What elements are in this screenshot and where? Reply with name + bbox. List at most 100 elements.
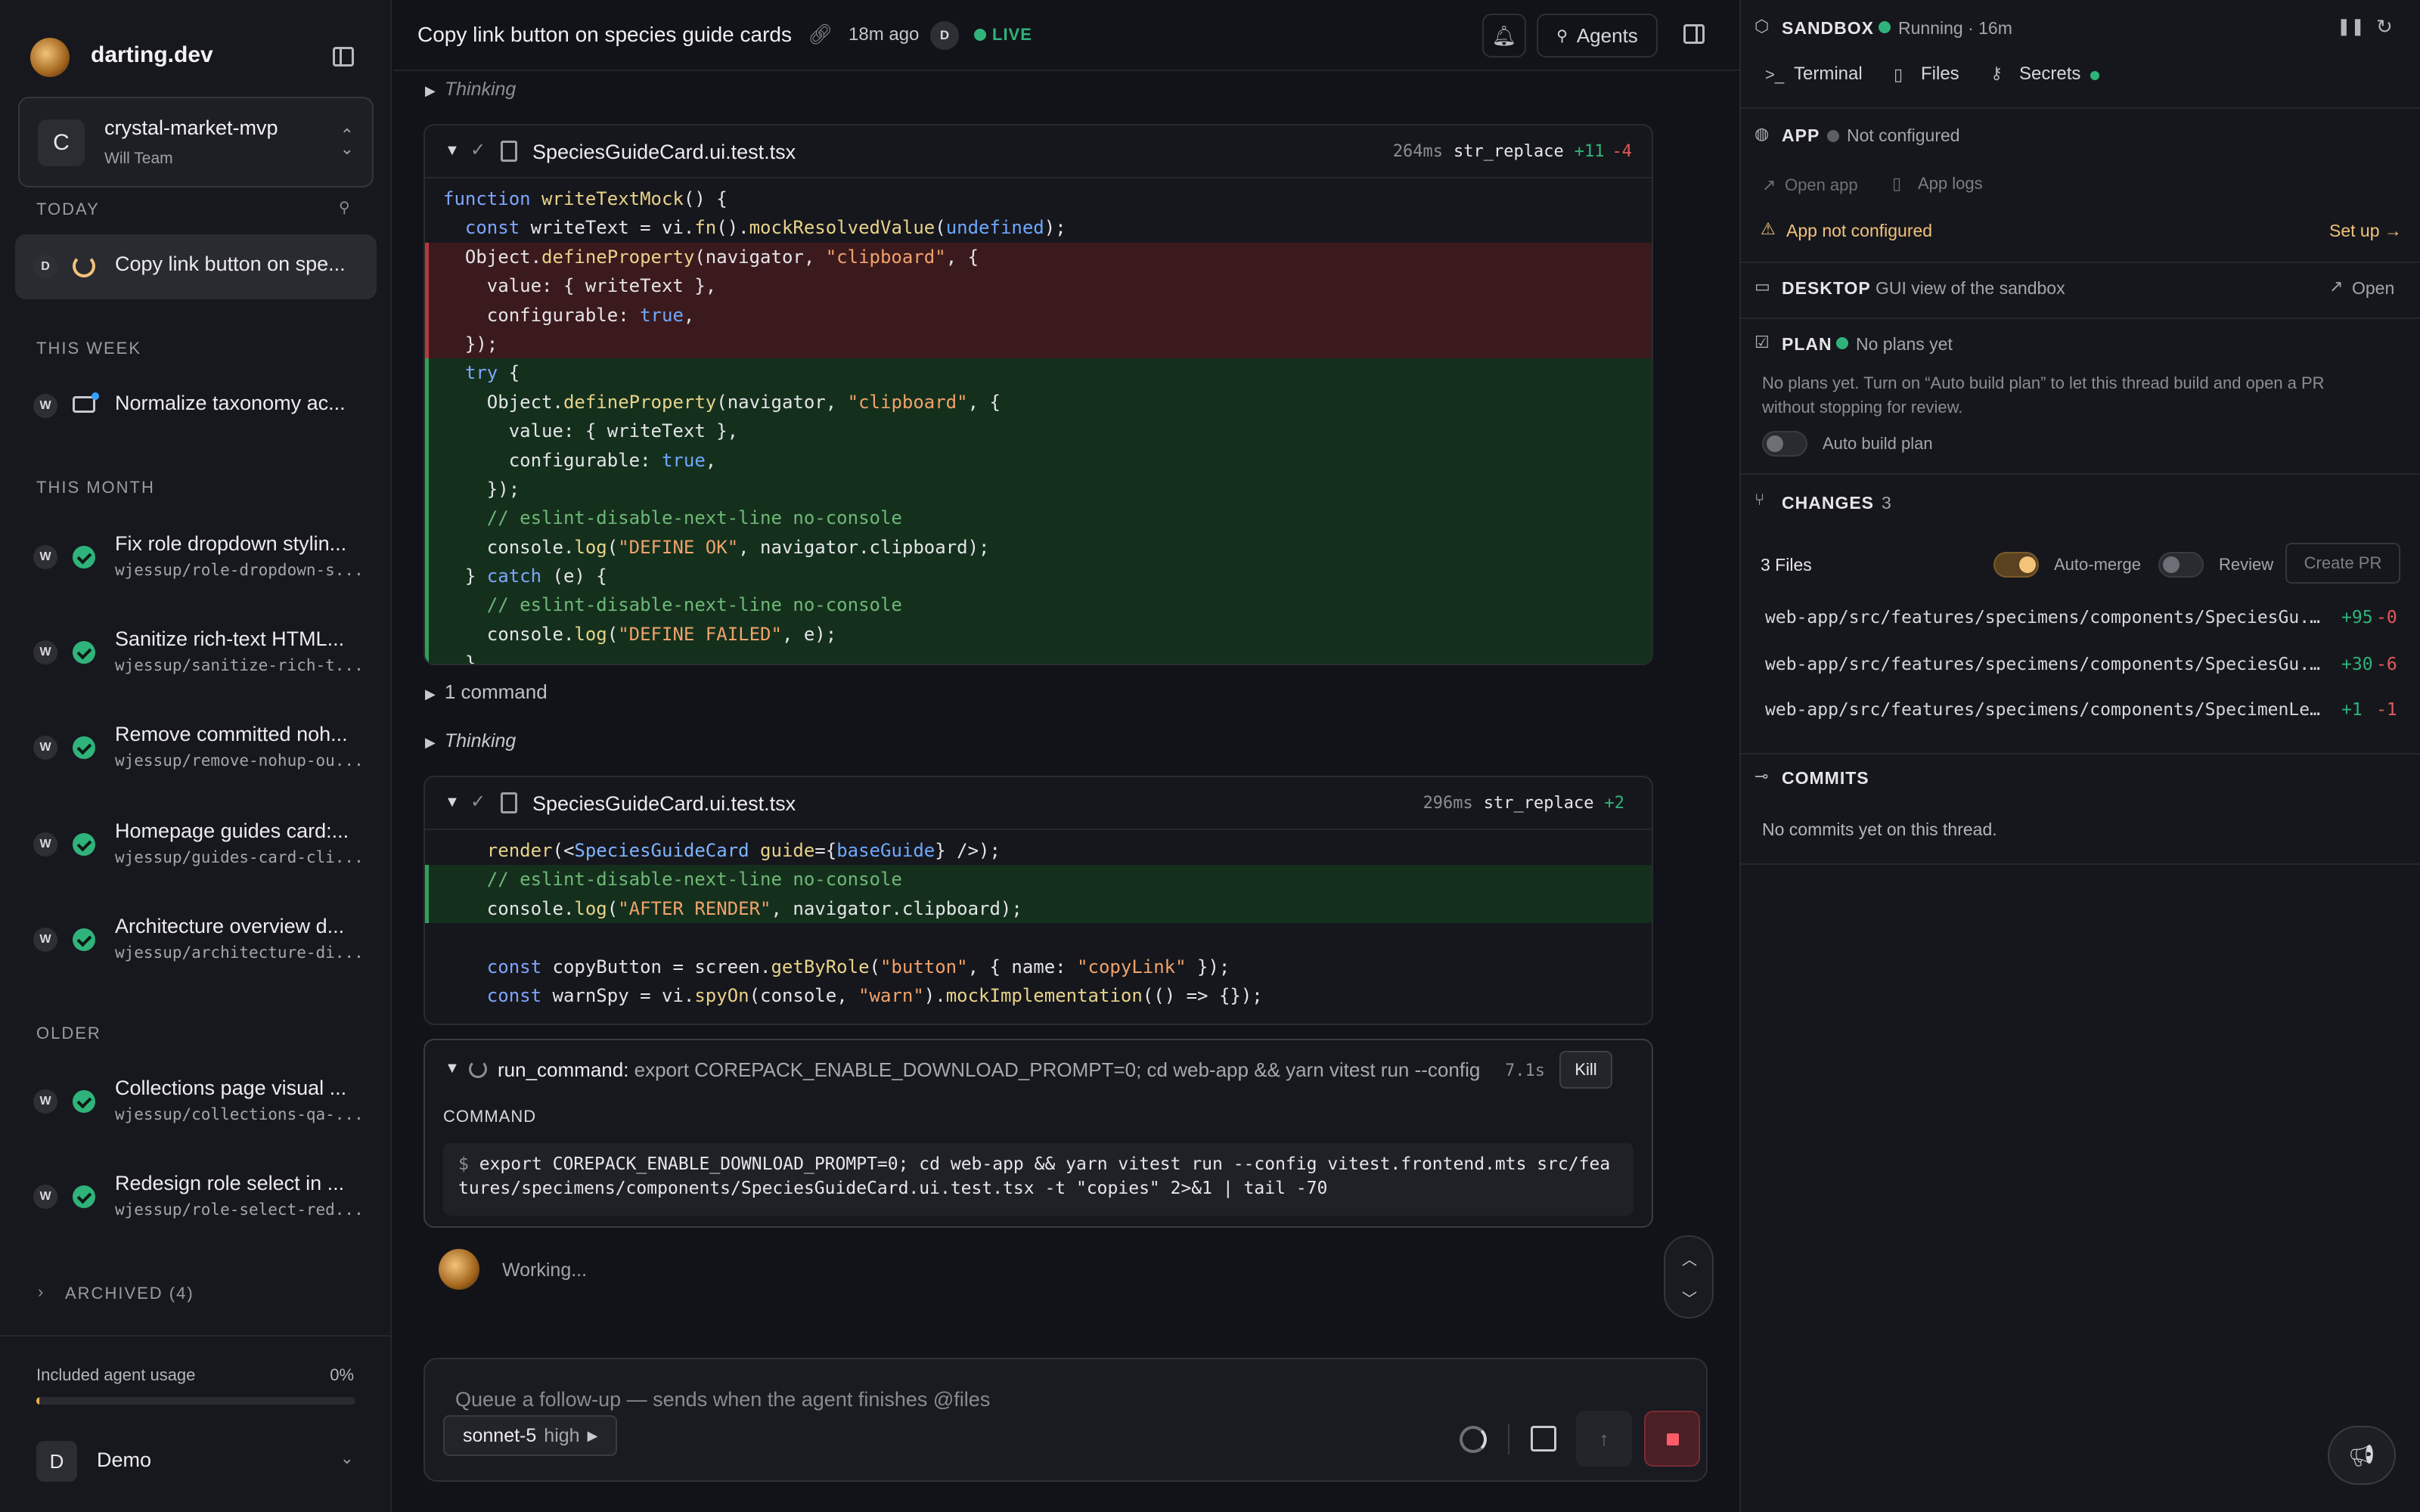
thread-item[interactable]: W Fix role dropdown stylin... wjessup/ro… (15, 525, 377, 590)
thread-item[interactable]: W Architecture overview d... wjessup/arc… (15, 907, 377, 972)
sandbox-title: SANDBOX (1782, 18, 1875, 38)
stop-button[interactable] (1644, 1411, 1700, 1467)
user-badge: D (930, 21, 959, 50)
tool-name: str_replace (1483, 794, 1594, 813)
agents-button[interactable]: ⚲ Agents (1537, 14, 1658, 57)
changed-file-row[interactable]: web-app/src/features/specimens/component… (1765, 655, 2400, 685)
run-command-summary: run_command: export COREPACK_ENABLE_DOWN… (498, 1058, 1481, 1082)
project-switcher[interactable]: C crystal-market-mvp Will Team ⌃ ⌄ (18, 97, 374, 187)
archived-toggle[interactable]: ARCHIVED (4) (65, 1284, 194, 1303)
code-line: const warnSpy = vi.spyOn(console, "warn"… (486, 984, 1263, 1006)
file-deletions: -1 (2376, 700, 2397, 720)
check-circle-icon (73, 641, 95, 664)
tool-call-card: ▼ ✓ SpeciesGuideCard.ui.test.tsx 296ms st… (424, 776, 1653, 1025)
thread-branch: wjessup/guides-card-cli... (115, 848, 364, 866)
thread-item[interactable]: W Remove committed noh... wjessup/remove… (15, 715, 377, 780)
composer-input[interactable]: Queue a follow-up — sends when the agent… (455, 1388, 990, 1411)
time-ago: 18m ago (849, 24, 920, 45)
card-header[interactable]: ▼ ✓ SpeciesGuideCard.ui.test.tsx 264ms st… (425, 125, 1652, 178)
command-toggle[interactable]: ▶ 1 command (425, 680, 548, 704)
caret-down-icon[interactable]: ▼ (445, 1060, 460, 1077)
model-effort: high (544, 1424, 580, 1446)
tab-secrets[interactable]: Secrets (2019, 64, 2080, 85)
thinking-label: Thinking (444, 730, 517, 751)
toggle-right-panel-icon[interactable] (1683, 24, 1705, 44)
secrets-status-dot (2090, 71, 2099, 80)
command-text: $ export COREPACK_ENABLE_DOWNLOAD_PROMPT… (443, 1143, 1634, 1216)
file-icon (501, 141, 517, 162)
thinking-toggle[interactable]: ▶ Thinking (425, 730, 516, 752)
pin-icon[interactable]: ⚲ (339, 198, 350, 217)
thread-title: Sanitize rich-text HTML... (115, 627, 345, 650)
thread-item[interactable]: W Normalize taxonomy ac... (15, 373, 377, 438)
app-logs-button[interactable]: App logs (1918, 174, 1983, 194)
open-app-button[interactable]: Open app (1785, 175, 1858, 195)
thread-item[interactable]: D Copy link button on spe... (15, 234, 377, 299)
chevron-down-icon[interactable]: ﹀ (1682, 1287, 1697, 1309)
divider (1739, 473, 2420, 475)
thread-item[interactable]: W Sanitize rich-text HTML... wjessup/san… (15, 620, 377, 685)
restart-icon[interactable]: ↻ (2376, 15, 2393, 39)
changed-file-row[interactable]: web-app/src/features/specimens/component… (1765, 608, 2400, 638)
thread-avatar: W (33, 832, 57, 857)
notifications-button[interactable]: 🔔︎ (1482, 14, 1526, 57)
bell-icon: 🔔︎ (1491, 23, 1517, 47)
plan-status-dot (1836, 337, 1848, 349)
auto-merge-toggle[interactable] (1993, 552, 2039, 578)
collapse-sidebar-icon[interactable] (333, 47, 354, 67)
user-avatar[interactable]: D (36, 1441, 77, 1482)
auto-build-plan-toggle[interactable] (1762, 431, 1807, 457)
user-name[interactable]: Demo (97, 1448, 151, 1472)
caret-down-icon[interactable]: ▼ (445, 794, 460, 811)
chevron-right-icon[interactable]: › (38, 1282, 43, 1302)
review-toggle[interactable] (2158, 552, 2204, 578)
chevron-up-icon[interactable]: ︿ (1682, 1247, 1697, 1269)
changes-title: CHANGES (1782, 493, 1875, 513)
thread-item[interactable]: W Homepage guides card:... wjessup/guide… (15, 812, 377, 877)
thread-branch: wjessup/collections-qa-... (115, 1105, 364, 1123)
card-header[interactable]: ▼ ✓ SpeciesGuideCard.ui.test.tsx 296ms st… (425, 777, 1652, 830)
divider (1739, 262, 2420, 263)
thread-header: Copy link button on species guide cards … (393, 0, 1739, 71)
running-spinner-icon (73, 255, 95, 277)
file-icon: ▯ (1894, 65, 1903, 84)
section-this-week: THIS WEEK (36, 339, 142, 358)
code-line-removed: value: { writeText }, (425, 271, 1652, 301)
warning-icon: ⚠ (1761, 219, 1776, 238)
image-upload-icon[interactable] (1531, 1426, 1556, 1452)
kill-button[interactable]: Kill (1559, 1051, 1612, 1089)
chevron-down-icon[interactable]: ⌄ (340, 1448, 354, 1468)
send-button[interactable]: ↑ (1576, 1411, 1632, 1467)
lines-added: +2 (1604, 794, 1625, 813)
create-pr-button[interactable]: Create PR (2285, 543, 2400, 584)
feedback-button[interactable]: 📢︎ (2328, 1426, 2396, 1485)
loading-spinner-icon (1460, 1426, 1487, 1453)
run-command-header[interactable]: ▼ run_command: export COREPACK_ENABLE_DO… (425, 1040, 1652, 1098)
live-dot (974, 29, 986, 41)
tool-name: str_replace (1454, 142, 1564, 161)
branch-icon: ⑂ (1754, 490, 1765, 509)
file-name: SpeciesGuideCard.ui.test.tsx (532, 792, 796, 815)
pause-icon[interactable]: ❚❚ (2337, 17, 2365, 36)
sandbox-status: Running · 16m (1898, 18, 2012, 38)
caret-down-icon[interactable]: ▼ (445, 142, 460, 160)
desktop-desc: GUI view of the sandbox (1876, 278, 2065, 298)
setup-link[interactable]: Set up → (2329, 221, 2402, 241)
app-warning: App not configured (1786, 221, 1933, 240)
brand-logo (30, 38, 70, 77)
changed-file-row[interactable]: web-app/src/features/specimens/component… (1765, 700, 2400, 730)
sandbox-status-dot (1879, 21, 1891, 33)
model-selector[interactable]: sonnet-5 high ▶ (443, 1415, 618, 1456)
thread-item[interactable]: W Collections page visual ... wjessup/co… (15, 1069, 377, 1134)
usage-percent: 0% (330, 1365, 354, 1384)
tab-files[interactable]: Files (1921, 64, 1959, 85)
thinking-toggle[interactable]: ▶ Thinking (425, 79, 516, 101)
chat-unread-icon (73, 392, 99, 413)
desktop-open-button[interactable]: Open (2352, 278, 2394, 299)
tab-terminal[interactable]: Terminal (1794, 64, 1863, 85)
thread-item[interactable]: W Redesign role select in ... wjessup/ro… (15, 1164, 377, 1229)
megaphone-icon: 📢︎ (2348, 1443, 2375, 1467)
code-line-added: try { (425, 358, 1652, 388)
link-icon[interactable]: 🔗︎ (808, 23, 833, 46)
